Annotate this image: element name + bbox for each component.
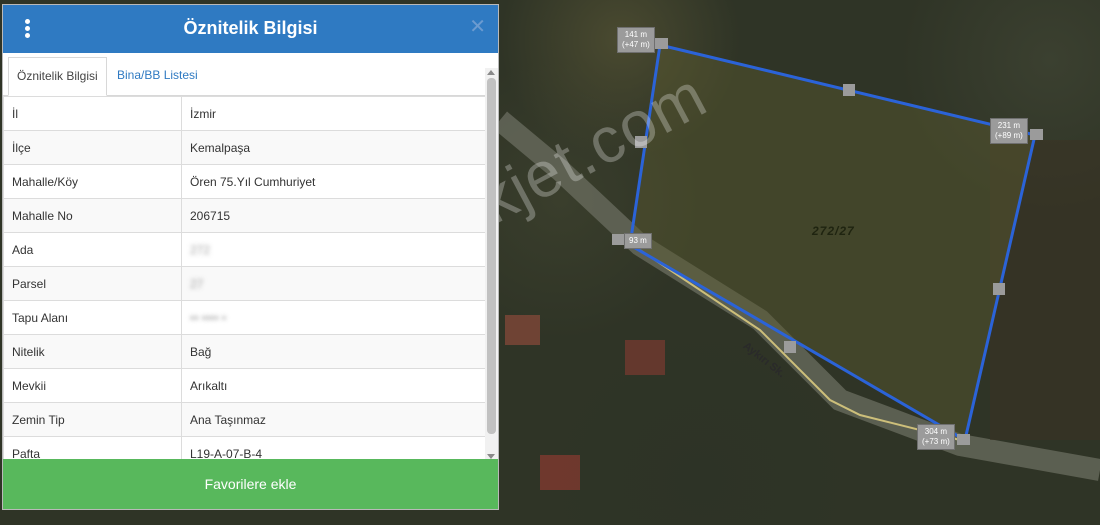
tab-bar: Öznitelik Bilgisi Bina/BB Listesi	[3, 53, 498, 96]
vertex-handle[interactable]	[655, 38, 668, 49]
scroll-up-icon[interactable]	[487, 70, 495, 75]
row-value: Ana Taşınmaz	[181, 402, 486, 437]
table-row: Mahalle/Köy Ören 75.Yıl Cumhuriyet	[3, 164, 486, 199]
table-row: Parsel 27	[3, 266, 486, 301]
table-row: Mevkii Arıkaltı	[3, 368, 486, 403]
add-to-favorites-button[interactable]: Favorilere ekle	[3, 459, 498, 509]
midpoint-handle[interactable]	[843, 84, 855, 96]
row-value: •• •••• •	[181, 300, 486, 335]
row-value: Bağ	[181, 334, 486, 369]
distance-label: 304 m (+73 m)	[917, 424, 955, 450]
midpoint-handle[interactable]	[993, 283, 1005, 295]
tab-building-list[interactable]: Bina/BB Listesi	[109, 57, 206, 96]
building-roof	[540, 455, 580, 490]
row-key: Mevkii	[3, 368, 182, 403]
row-key: Parsel	[3, 266, 182, 301]
attribute-table-container: İl İzmir İlçe Kemalpaşa Mahalle/Köy Ören 75…	[3, 96, 486, 461]
vertex-handle[interactable]	[1030, 129, 1043, 140]
row-value: İzmir	[181, 96, 486, 131]
attribute-info-panel: Öznitelik Bilgisi ✕ Öznitelik Bilgisi Bi…	[2, 4, 499, 510]
table-row: Mahalle No 206715	[3, 198, 486, 233]
building-roof	[625, 340, 665, 375]
row-key: Tapu Alanı	[3, 300, 182, 335]
distance-label: 141 m (+47 m)	[617, 27, 655, 53]
table-row: Tapu Alanı •• •••• •	[3, 300, 486, 335]
distance-label: 231 m (+89 m)	[990, 118, 1028, 144]
row-value: 206715	[181, 198, 486, 233]
parcel-number-label: 272/27	[812, 224, 855, 238]
row-key: Mahalle/Köy	[3, 164, 182, 199]
row-value: 272	[181, 232, 486, 267]
table-row: Zemin Tip Ana Taşınmaz	[3, 402, 486, 437]
distance-label: 93 m	[624, 233, 652, 249]
panel-title: Öznitelik Bilgisi	[183, 18, 318, 38]
row-value: 27	[181, 266, 486, 301]
close-icon[interactable]: ✕	[469, 17, 486, 37]
midpoint-handle[interactable]	[784, 341, 796, 353]
vertical-scrollbar[interactable]	[485, 68, 498, 461]
attribute-table: İl İzmir İlçe Kemalpaşa Mahalle/Köy Ören 75…	[3, 96, 486, 461]
row-key: Mahalle No	[3, 198, 182, 233]
building-roof	[505, 315, 540, 345]
scrollbar-thumb[interactable]	[487, 78, 496, 434]
panel-header: Öznitelik Bilgisi ✕	[3, 5, 498, 53]
row-value: Ören 75.Yıl Cumhuriyet	[181, 164, 486, 199]
table-row: İlçe Kemalpaşa	[3, 130, 486, 165]
row-key: Ada	[3, 232, 182, 267]
row-value: L19-A-07-B-4	[181, 436, 486, 461]
vertex-handle[interactable]	[957, 434, 970, 445]
table-row: Pafta L19-A-07-B-4	[3, 436, 486, 461]
row-value: Arıkaltı	[181, 368, 486, 403]
row-key: İlçe	[3, 130, 182, 165]
tab-attribute-info[interactable]: Öznitelik Bilgisi	[8, 57, 107, 96]
row-key: Nitelik	[3, 334, 182, 369]
table-row: İl İzmir	[3, 96, 486, 131]
row-key: İl	[3, 96, 182, 131]
table-row: Ada 272	[3, 232, 486, 267]
row-key: Zemin Tip	[3, 402, 182, 437]
row-key: Pafta	[3, 436, 182, 461]
row-value: Kemalpaşa	[181, 130, 486, 165]
table-row: Nitelik Bağ	[3, 334, 486, 369]
